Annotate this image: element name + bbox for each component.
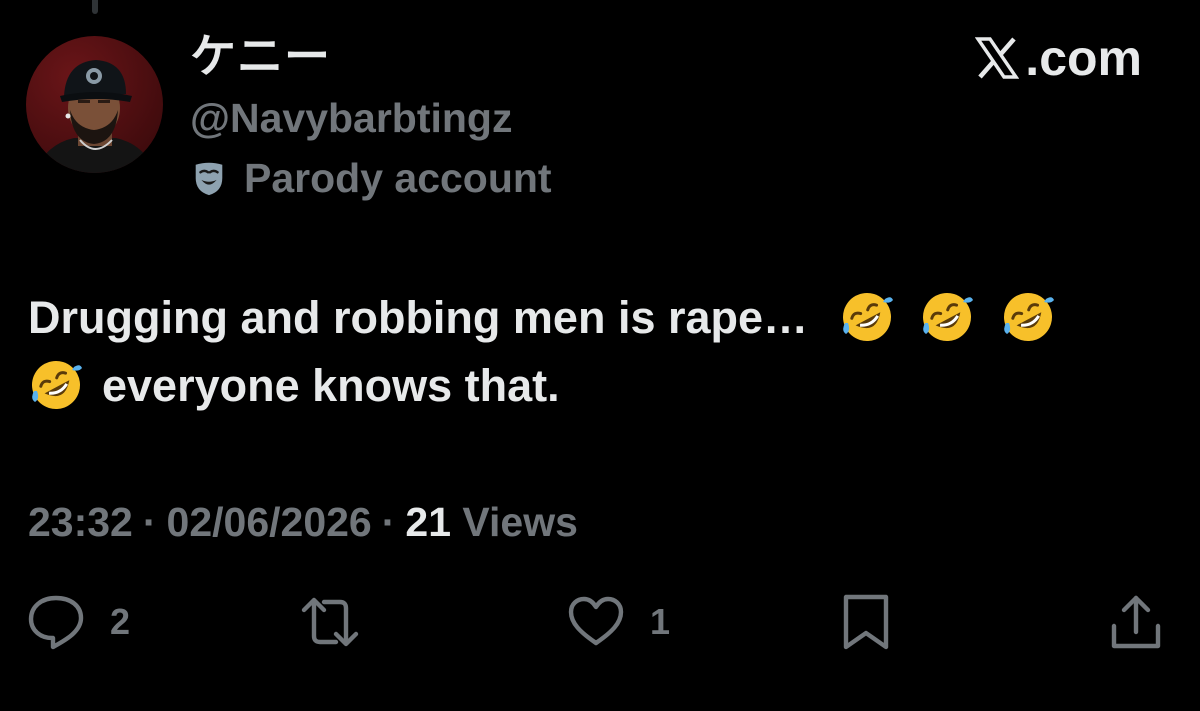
tweet-text-line-2: everyone knows that.	[102, 360, 560, 411]
share-button[interactable]	[1106, 590, 1166, 654]
x-brand: .com	[975, 28, 1142, 88]
parody-mask-icon	[195, 162, 223, 196]
share-icon	[1111, 595, 1161, 649]
reply-button[interactable]: 2	[26, 590, 130, 654]
avatar[interactable]	[26, 36, 163, 173]
retweet-button[interactable]	[300, 590, 360, 654]
parody-account-badge: Parody account	[190, 153, 552, 203]
bookmark-button[interactable]	[836, 590, 896, 654]
views-count: 21	[405, 499, 451, 545]
reply-icon	[28, 595, 84, 650]
x-logo-icon	[975, 37, 1020, 79]
top-divider-sliver	[92, 0, 98, 14]
parody-account-label: Parody account	[244, 155, 552, 201]
like-count: 1	[650, 601, 671, 642]
rolling-on-floor-laughing-emoji	[842, 293, 893, 341]
bookmark-icon	[843, 594, 889, 650]
avatar-image	[26, 36, 163, 173]
rolling-on-floor-laughing-emoji	[31, 361, 82, 409]
meta-separator: ·	[381, 499, 396, 545]
rolling-on-floor-laughing-emoji	[923, 293, 974, 341]
tweet-action-bar: 2 1	[0, 590, 1200, 654]
rolling-on-floor-laughing-emoji	[1003, 293, 1054, 341]
retweet-icon	[301, 597, 359, 647]
tweet-text-line-1: Drugging and robbing men is rape…	[28, 292, 809, 343]
x-brand-domain: .com	[1025, 30, 1142, 86]
tweet-meta: 23:32 · 02/06/2026 · 21 Views	[28, 495, 578, 549]
reply-count: 2	[110, 601, 131, 642]
meta-separator: ·	[142, 499, 157, 545]
like-button[interactable]: 1	[566, 590, 670, 654]
like-heart-icon	[568, 596, 624, 646]
author-display-name[interactable]: ケニー	[190, 28, 331, 84]
tweet-date[interactable]: 02/06/2026	[167, 499, 372, 545]
tweet-text: Drugging and robbing men is rape… everyo…	[28, 284, 1148, 420]
views-label: Views	[462, 499, 578, 545]
tweet-time[interactable]: 23:32	[28, 499, 133, 545]
author-handle[interactable]: @Navybarbtingz	[190, 93, 512, 143]
